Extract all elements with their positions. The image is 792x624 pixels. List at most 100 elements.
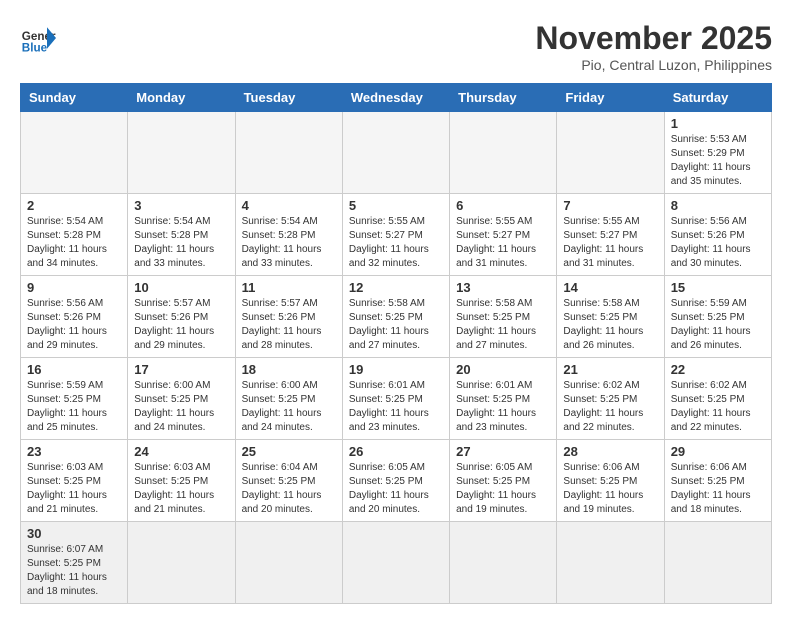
calendar-cell (128, 522, 235, 604)
calendar-cell: 28 Sunrise: 6:06 AMSunset: 5:25 PMDayligh… (557, 440, 664, 522)
day-number: 24 (134, 444, 228, 459)
day-number: 18 (242, 362, 336, 377)
calendar-cell: 10 Sunrise: 5:57 AMSunset: 5:26 PMDayligh… (128, 276, 235, 358)
day-number: 19 (349, 362, 443, 377)
day-info: Sunrise: 5:58 AMSunset: 5:25 PMDaylight:… (456, 297, 550, 353)
calendar-cell: 9Sunrise: 5:56 AMSunset: 5:26 PMDaylight… (21, 276, 128, 358)
calendar-cell: 8 Sunrise: 5:56 AMSunset: 5:26 PMDaylight… (664, 194, 771, 276)
day-info: Sunrise: 6:07 AMSunset: 5:25 PMDaylight:… (27, 543, 121, 599)
logo: General Blue (20, 20, 56, 56)
calendar-cell: 11 Sunrise: 5:57 AMSunset: 5:26 PMDayligh… (235, 276, 342, 358)
calendar-cell: 21 Sunrise: 6:02 AMSunset: 5:25 PMDayligh… (557, 358, 664, 440)
calendar-cell: 30 Sunrise: 6:07 AMSunset: 5:25 PMDayligh… (21, 522, 128, 604)
calendar-week-4: 23 Sunrise: 6:03 AMSunset: 5:25 PMDayligh… (21, 440, 772, 522)
day-number: 12 (349, 280, 443, 295)
weekday-header-tuesday: Tuesday (235, 84, 342, 112)
day-info: Sunrise: 6:06 AMSunset: 5:25 PMDaylight:… (671, 461, 765, 517)
day-number: 26 (349, 444, 443, 459)
calendar-cell (235, 522, 342, 604)
calendar-cell: 6Sunrise: 5:55 AMSunset: 5:27 PMDaylight… (450, 194, 557, 276)
calendar-cell: 29 Sunrise: 6:06 AMSunset: 5:25 PMDayligh… (664, 440, 771, 522)
calendar-cell (342, 112, 449, 194)
day-info: Sunrise: 6:01 AMSunset: 5:25 PMDaylight:… (349, 379, 443, 435)
weekday-row: SundayMondayTuesdayWednesdayThursdayFrid… (21, 84, 772, 112)
day-info: Sunrise: 6:02 AMSunset: 5:25 PMDaylight:… (563, 379, 657, 435)
calendar-cell (21, 112, 128, 194)
day-number: 29 (671, 444, 765, 459)
day-number: 7 (563, 198, 657, 213)
calendar-cell: 18 Sunrise: 6:00 AMSunset: 5:25 PMDayligh… (235, 358, 342, 440)
day-info: Sunrise: 6:03 AMSunset: 5:25 PMDaylight:… (134, 461, 228, 517)
day-number: 13 (456, 280, 550, 295)
location: Pio, Central Luzon, Philippines (535, 57, 772, 73)
title-block: November 2025 Pio, Central Luzon, Philip… (535, 20, 772, 73)
day-number: 11 (242, 280, 336, 295)
day-number: 20 (456, 362, 550, 377)
calendar-cell: 26 Sunrise: 6:05 AMSunset: 5:25 PMDayligh… (342, 440, 449, 522)
calendar-cell: 22Sunrise: 6:02 AMSunset: 5:25 PMDayligh… (664, 358, 771, 440)
page-header: General Blue November 2025 Pio, Central … (20, 20, 772, 73)
day-number: 9 (27, 280, 121, 295)
calendar-cell: 13 Sunrise: 5:58 AMSunset: 5:25 PMDayligh… (450, 276, 557, 358)
day-number: 22 (671, 362, 765, 377)
weekday-header-sunday: Sunday (21, 84, 128, 112)
day-info: Sunrise: 6:04 AMSunset: 5:25 PMDaylight:… (242, 461, 336, 517)
day-number: 14 (563, 280, 657, 295)
day-number: 2 (27, 198, 121, 213)
day-number: 25 (242, 444, 336, 459)
day-number: 1 (671, 116, 765, 131)
calendar-cell: 24 Sunrise: 6:03 AMSunset: 5:25 PMDayligh… (128, 440, 235, 522)
day-info: Sunrise: 6:03 AMSunset: 5:25 PMDaylight:… (27, 461, 121, 517)
day-info: Sunrise: 5:58 AMSunset: 5:25 PMDaylight:… (349, 297, 443, 353)
calendar-cell: 3 Sunrise: 5:54 AMSunset: 5:28 PMDaylight… (128, 194, 235, 276)
calendar-cell: 25 Sunrise: 6:04 AMSunset: 5:25 PMDayligh… (235, 440, 342, 522)
weekday-header-friday: Friday (557, 84, 664, 112)
calendar-cell (450, 112, 557, 194)
calendar-cell: 1 Sunrise: 5:53 AMSunset: 5:29 PMDaylight… (664, 112, 771, 194)
day-info: Sunrise: 5:59 AMSunset: 5:25 PMDaylight:… (27, 379, 121, 435)
day-number: 17 (134, 362, 228, 377)
calendar-cell: 5Sunrise: 5:55 AMSunset: 5:27 PMDaylight… (342, 194, 449, 276)
day-info: Sunrise: 5:57 AMSunset: 5:26 PMDaylight:… (134, 297, 228, 353)
day-number: 28 (563, 444, 657, 459)
day-number: 3 (134, 198, 228, 213)
calendar-cell (342, 522, 449, 604)
day-number: 21 (563, 362, 657, 377)
day-info: Sunrise: 5:59 AMSunset: 5:25 PMDaylight:… (671, 297, 765, 353)
calendar-cell: 23 Sunrise: 6:03 AMSunset: 5:25 PMDayligh… (21, 440, 128, 522)
day-info: Sunrise: 5:54 AMSunset: 5:28 PMDaylight:… (27, 215, 121, 271)
day-number: 10 (134, 280, 228, 295)
calendar-cell: 4 Sunrise: 5:54 AMSunset: 5:28 PMDaylight… (235, 194, 342, 276)
calendar-cell (664, 522, 771, 604)
day-info: Sunrise: 5:54 AMSunset: 5:28 PMDaylight:… (134, 215, 228, 271)
day-info: Sunrise: 6:05 AMSunset: 5:25 PMDaylight:… (456, 461, 550, 517)
day-number: 6 (456, 198, 550, 213)
day-info: Sunrise: 5:54 AMSunset: 5:28 PMDaylight:… (242, 215, 336, 271)
day-info: Sunrise: 5:58 AMSunset: 5:25 PMDaylight:… (563, 297, 657, 353)
weekday-header-saturday: Saturday (664, 84, 771, 112)
day-number: 30 (27, 526, 121, 541)
day-info: Sunrise: 6:00 AMSunset: 5:25 PMDaylight:… (242, 379, 336, 435)
calendar-table: SundayMondayTuesdayWednesdayThursdayFrid… (20, 83, 772, 604)
calendar-cell (235, 112, 342, 194)
calendar-cell: 14 Sunrise: 5:58 AMSunset: 5:25 PMDayligh… (557, 276, 664, 358)
day-number: 27 (456, 444, 550, 459)
day-info: Sunrise: 6:05 AMSunset: 5:25 PMDaylight:… (349, 461, 443, 517)
svg-text:Blue: Blue (22, 42, 48, 55)
day-number: 23 (27, 444, 121, 459)
calendar-cell: 7 Sunrise: 5:55 AMSunset: 5:27 PMDaylight… (557, 194, 664, 276)
weekday-header-wednesday: Wednesday (342, 84, 449, 112)
day-number: 4 (242, 198, 336, 213)
day-info: Sunrise: 5:53 AMSunset: 5:29 PMDaylight:… (671, 133, 765, 189)
day-number: 8 (671, 198, 765, 213)
calendar-body: 1 Sunrise: 5:53 AMSunset: 5:29 PMDaylight… (21, 112, 772, 604)
day-info: Sunrise: 5:55 AMSunset: 5:27 PMDaylight:… (563, 215, 657, 271)
calendar-cell: 16 Sunrise: 5:59 AMSunset: 5:25 PMDayligh… (21, 358, 128, 440)
day-number: 16 (27, 362, 121, 377)
day-info: Sunrise: 6:06 AMSunset: 5:25 PMDaylight:… (563, 461, 657, 517)
day-info: Sunrise: 5:56 AMSunset: 5:26 PMDaylight:… (671, 215, 765, 271)
logo-icon: General Blue (20, 20, 56, 56)
day-info: Sunrise: 5:57 AMSunset: 5:26 PMDaylight:… (242, 297, 336, 353)
calendar-cell (557, 112, 664, 194)
calendar-cell: 15Sunrise: 5:59 AMSunset: 5:25 PMDayligh… (664, 276, 771, 358)
